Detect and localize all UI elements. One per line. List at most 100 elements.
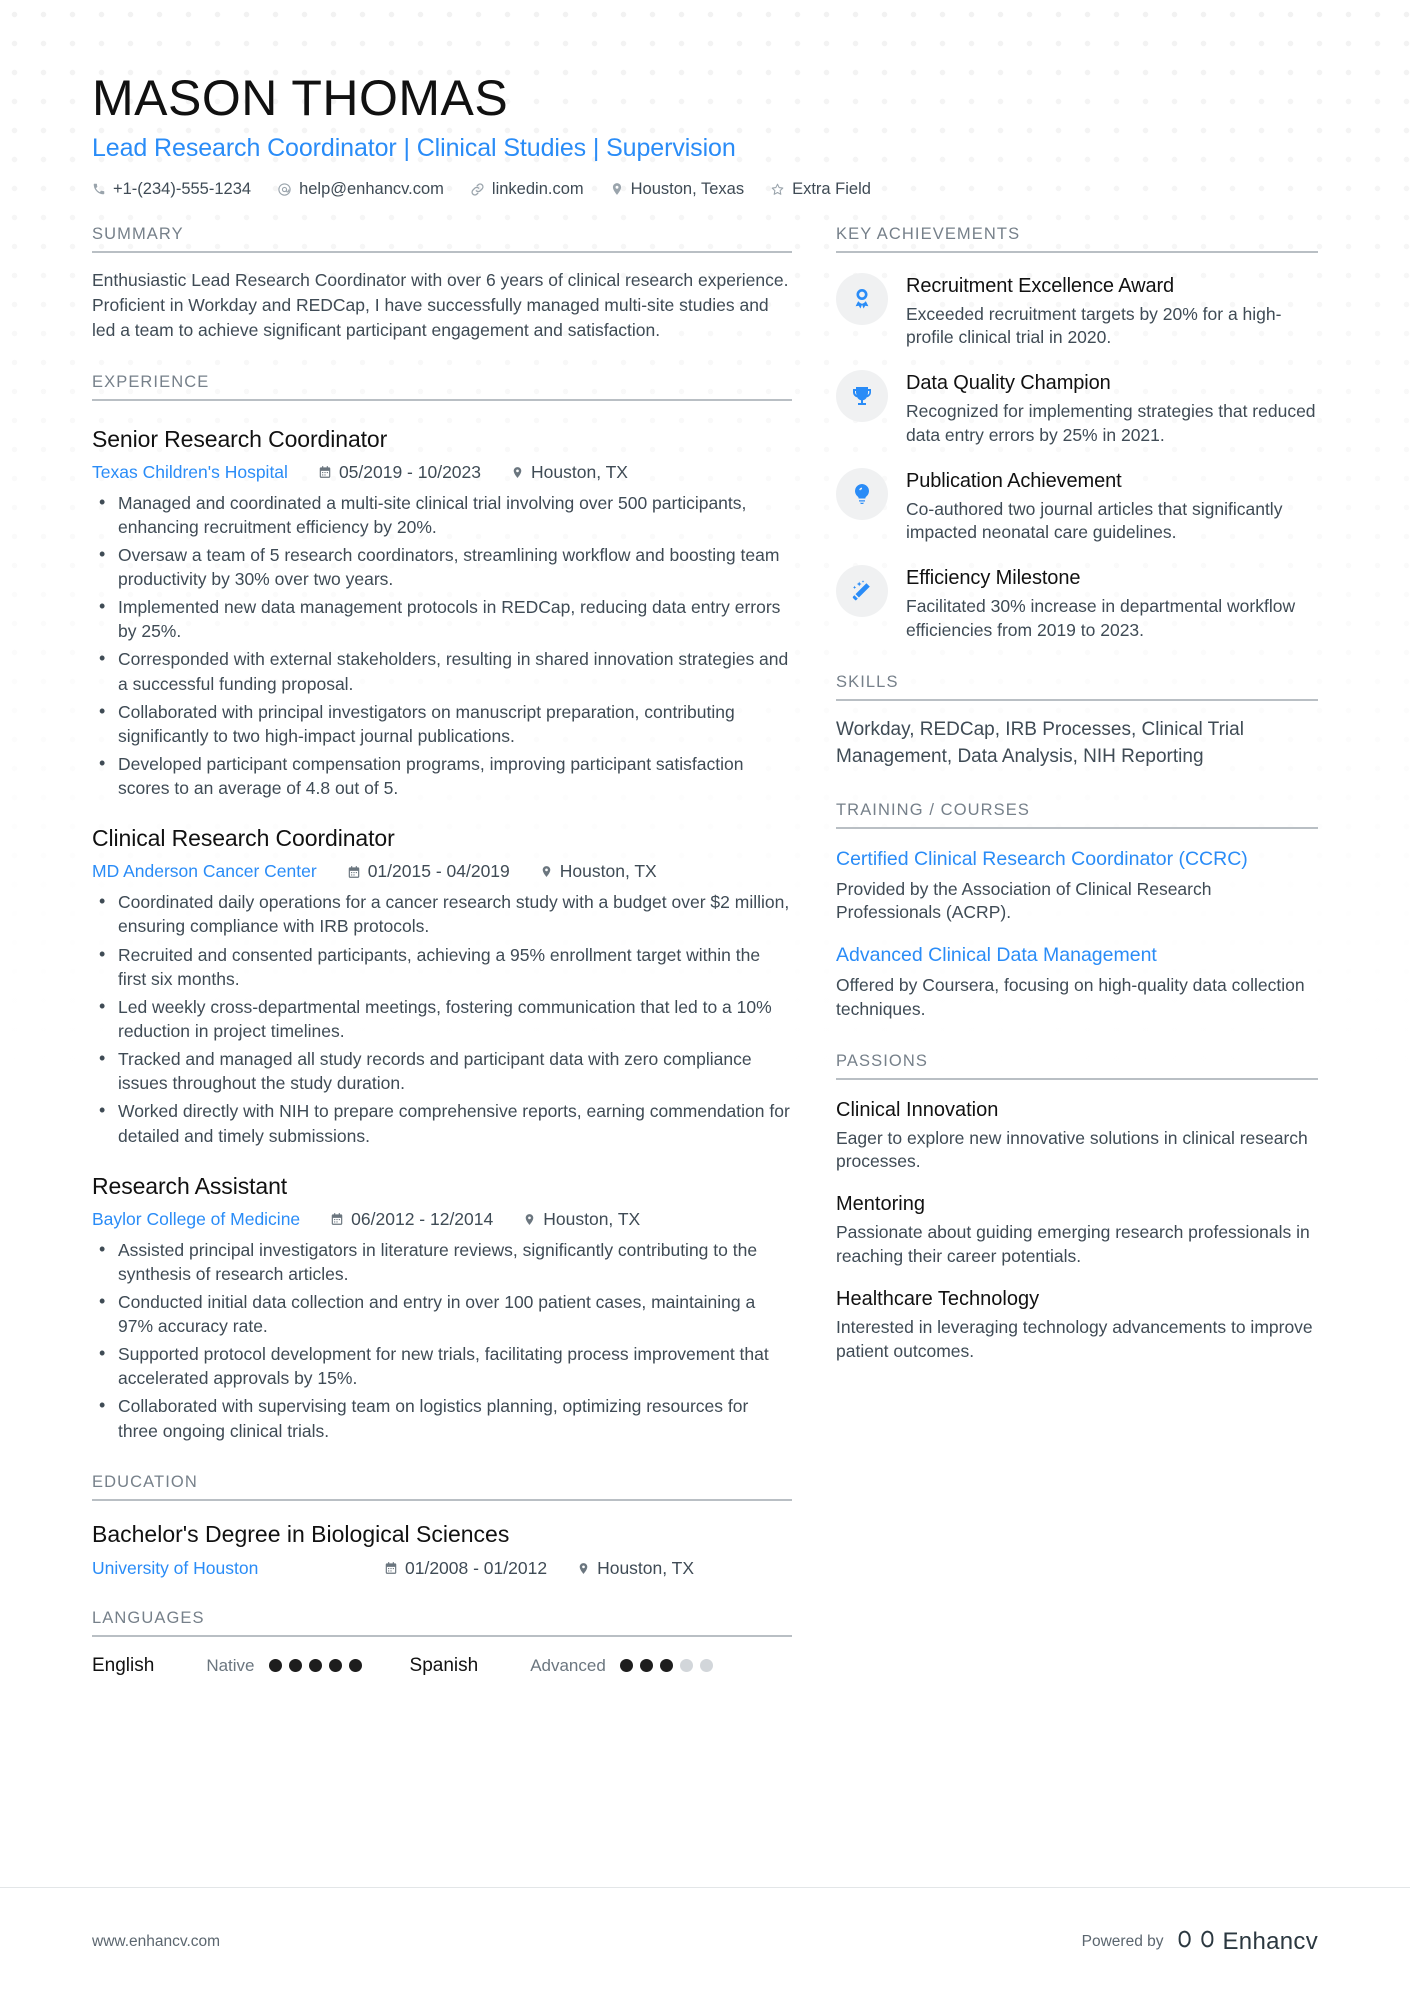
passion-heading: Healthcare Technology <box>836 1287 1040 1310</box>
summary-section-title: SUMMARY <box>92 225 792 253</box>
skills-text: Workday, REDCap, IRB Processes, Clinical… <box>836 718 1244 767</box>
job-bullet: Coordinated daily operations for a cance… <box>92 889 792 938</box>
job-bullet: Collaborated with principal investigator… <box>92 699 792 748</box>
education-dates: 01/2008 - 01/2012 <box>384 1558 547 1579</box>
job-meta: Baylor College of Medicine 06/2012 - 12/… <box>92 1209 792 1230</box>
training-section-title: TRAINING / COURSES <box>836 801 1318 829</box>
contact-extra: Extra Field <box>770 180 871 199</box>
rating-dot-filled <box>619 1659 633 1673</box>
contact-location-text: Houston, Texas <box>630 179 745 198</box>
education-school[interactable]: University of Houston <box>92 1558 354 1579</box>
passion-heading: Clinical Innovation <box>836 1098 999 1121</box>
achievement-item: Recruitment Excellence Award Exceeded re… <box>836 272 1318 351</box>
passion-item: Healthcare Technology Interested in leve… <box>836 1288 1318 1364</box>
job-role: Clinical Research Coordinator <box>92 825 395 852</box>
passion-text: Interested in leveraging technology adva… <box>836 1316 1313 1361</box>
language-rating-dots <box>268 1659 362 1673</box>
rating-dot-filled <box>348 1659 362 1673</box>
section-passions: PASSIONS Clinical Innovation Eager to ex… <box>836 1052 1318 1364</box>
training-item: Advanced Clinical Data Management Offere… <box>836 944 1318 1021</box>
achievement-heading: Efficiency Milestone <box>906 567 1081 590</box>
contact-email[interactable]: help@enhancv.com <box>277 180 444 199</box>
section-key-achievements: KEY ACHIEVEMENTS Recruitment Excellence … <box>836 225 1318 643</box>
job-bullets: Coordinated daily operations for a cance… <box>92 889 792 1147</box>
education-dates-text: 01/2008 - 01/2012 <box>405 1557 548 1578</box>
achievements-section-title: KEY ACHIEVEMENTS <box>836 225 1318 253</box>
language-rating-dots <box>619 1659 713 1673</box>
achievement-heading: Recruitment Excellence Award <box>906 274 1175 297</box>
job-location: Houston, TX <box>523 1209 640 1230</box>
contact-link[interactable]: linkedin.com <box>470 180 584 199</box>
language-item: Spanish Advanced <box>410 1655 713 1677</box>
award-medal-icon <box>836 272 888 325</box>
passion-item: Mentoring Passionate about guiding emerg… <box>836 1193 1318 1269</box>
location-pin-icon <box>540 865 553 878</box>
achievement-heading: Publication Achievement <box>906 469 1122 492</box>
training-heading[interactable]: Advanced Clinical Data Management <box>836 944 1318 968</box>
section-skills: SKILLS Workday, REDCap, IRB Processes, C… <box>836 673 1318 771</box>
enhancv-wordmark: Enhancv <box>1222 1927 1318 1955</box>
job-dates-text: 05/2019 - 10/2023 <box>338 461 482 482</box>
passions-section-title: PASSIONS <box>836 1052 1318 1080</box>
languages-section-title: LANGUAGES <box>92 1609 792 1637</box>
job-company[interactable]: MD Anderson Cancer Center <box>92 861 317 882</box>
resume-header: MASON THOMAS Lead Research Coordinator |… <box>92 72 1320 199</box>
job-location-text: Houston, TX <box>543 1208 641 1229</box>
language-name: English <box>92 1654 155 1676</box>
footer-brand-area: Powered by Enhancv <box>1082 1927 1318 1956</box>
job-dates-text: 01/2015 - 04/2019 <box>367 861 510 882</box>
star-icon <box>770 182 785 197</box>
experience-item: Research Assistant Baylor College of Med… <box>92 1173 792 1443</box>
rating-dot-filled <box>288 1659 302 1673</box>
job-dates: 01/2015 - 04/2019 <box>347 861 510 882</box>
job-dates-text: 06/2012 - 12/2014 <box>351 1208 494 1229</box>
magic-wand-icon <box>836 565 888 618</box>
job-bullet: Managed and coordinated a multi-site cli… <box>92 490 792 539</box>
contact-phone[interactable]: +1-(234)-555-1234 <box>92 180 251 199</box>
trophy-icon <box>836 370 888 423</box>
rating-dot-filled <box>659 1659 673 1673</box>
section-training: TRAINING / COURSES Certified Clinical Re… <box>836 801 1318 1022</box>
section-languages: LANGUAGES English Native Spanish Advance… <box>92 1609 792 1677</box>
achievement-item: Data Quality Champion Recognized for imp… <box>836 370 1318 448</box>
powered-by-label: Powered by <box>1081 1932 1164 1950</box>
job-bullet: Collaborated with supervising team on lo… <box>92 1393 792 1442</box>
passion-text: Eager to explore new innovative solution… <box>836 1127 1308 1172</box>
language-level: Native <box>206 1655 255 1675</box>
achievement-text: Facilitated 30% increase in departmental… <box>906 596 1296 641</box>
achievement-item: Publication Achievement Co-authored two … <box>836 467 1318 546</box>
section-experience: EXPERIENCE Senior Research Coordinator T… <box>92 373 792 1443</box>
training-heading[interactable]: Certified Clinical Research Coordinator … <box>836 848 1318 872</box>
rating-dot-empty <box>699 1659 713 1673</box>
contact-extra-text: Extra Field <box>792 179 871 198</box>
calendar-icon <box>318 465 332 479</box>
contact-location: Houston, Texas <box>610 180 744 199</box>
calendar-icon <box>384 1561 398 1575</box>
page-title: MASON THOMAS <box>92 70 509 126</box>
job-bullet: Supported protocol development for new t… <box>92 1341 792 1390</box>
job-company[interactable]: Baylor College of Medicine <box>92 1209 300 1230</box>
education-meta: University of Houston 01/2008 - 01/2012 <box>92 1558 792 1579</box>
job-bullet: Recruited and consented participants, ac… <box>92 942 792 991</box>
rating-dot-filled <box>308 1659 322 1673</box>
job-company[interactable]: Texas Children's Hospital <box>92 462 288 483</box>
location-pin-icon <box>610 182 624 196</box>
job-bullet: Developed participant compensation progr… <box>92 751 792 800</box>
languages-list: English Native Spanish Advanced <box>92 1655 792 1677</box>
section-education: EDUCATION Bachelor's Degree in Biologica… <box>92 1473 792 1579</box>
experience-section-title: EXPERIENCE <box>92 373 792 401</box>
left-column: SUMMARY Enthusiastic Lead Research Coord… <box>92 225 792 1677</box>
footer-url[interactable]: www.enhancv.com <box>92 1933 220 1951</box>
page-footer: www.enhancv.com Powered by Enhancv <box>0 1887 1410 1995</box>
location-pin-icon <box>511 466 524 479</box>
achievement-item: Efficiency Milestone Facilitated 30% inc… <box>836 565 1318 643</box>
calendar-icon <box>347 865 361 879</box>
job-bullets: Assisted principal investigators in lite… <box>92 1237 792 1443</box>
language-level: Advanced <box>530 1655 606 1675</box>
resume-page: MASON THOMAS Lead Research Coordinator |… <box>0 0 1410 1995</box>
job-bullet: Worked directly with NIH to prepare comp… <box>92 1098 792 1147</box>
experience-item: Clinical Research Coordinator MD Anderso… <box>92 825 792 1147</box>
job-bullet: Led weekly cross-departmental meetings, … <box>92 994 792 1043</box>
passion-text: Passionate about guiding emerging resear… <box>836 1222 1310 1266</box>
contact-bar: +1-(234)-555-1234 help@enhancv.com linke… <box>92 180 1320 199</box>
